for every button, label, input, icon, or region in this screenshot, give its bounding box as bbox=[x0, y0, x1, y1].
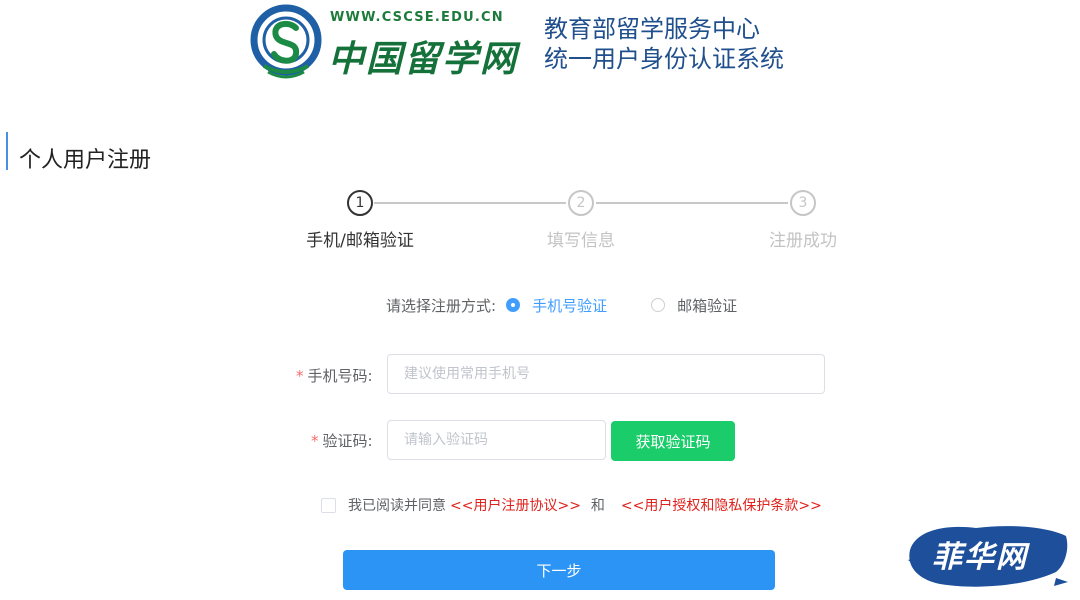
radio-phone[interactable] bbox=[506, 298, 521, 312]
section-accent-bar bbox=[6, 132, 8, 170]
system-title-line2: 统一用户身份认证系统 bbox=[544, 45, 784, 73]
cscse-emblem-icon bbox=[250, 4, 322, 79]
watermark-text: 菲华网 bbox=[932, 540, 1028, 575]
step-3-label: 注册成功 bbox=[769, 231, 837, 251]
step-1-label: 手机/邮箱验证 bbox=[306, 231, 414, 251]
logo-url-text: WWW.CSCSE.EDU.CN bbox=[330, 10, 504, 25]
required-mark: * bbox=[311, 432, 319, 450]
method-label: 请选择注册方式: bbox=[386, 296, 497, 315]
radio-email-label[interactable]: 邮箱验证 bbox=[677, 295, 737, 316]
code-label-text: 验证码: bbox=[322, 432, 373, 450]
page-title: 个人用户注册 bbox=[19, 148, 152, 173]
step-connector-2 bbox=[596, 202, 788, 204]
phone-input[interactable] bbox=[387, 354, 825, 394]
system-title: 教育部留学服务中心 统一用户身份认证系统 bbox=[544, 14, 784, 74]
step-connector-1 bbox=[374, 202, 566, 204]
agreement-prefix: 我已阅读并同意 bbox=[348, 498, 446, 514]
registration-method-group: 请选择注册方式: 手机号验证 邮箱验证 bbox=[386, 295, 737, 315]
privacy-policy-link[interactable]: <<用户授权和隐私保护条款>> bbox=[621, 495, 822, 515]
logo-cn-text: 中国留学网 bbox=[328, 38, 519, 80]
system-title-line1: 教育部留学服务中心 bbox=[544, 15, 760, 43]
agreement-conjunction: 和 bbox=[590, 498, 605, 514]
radio-email[interactable] bbox=[651, 298, 666, 312]
phone-label: * 手机号码: bbox=[296, 365, 373, 386]
step-1-circle: 1 bbox=[347, 190, 373, 216]
step-3-circle: 3 bbox=[790, 190, 816, 216]
next-step-button[interactable]: 下一步 bbox=[343, 550, 775, 590]
required-mark: * bbox=[296, 367, 304, 385]
get-code-button[interactable]: 获取验证码 bbox=[611, 421, 735, 461]
step-2-label: 填写信息 bbox=[547, 231, 615, 251]
agreement-checkbox[interactable] bbox=[321, 497, 336, 513]
code-input[interactable] bbox=[387, 420, 606, 460]
radio-phone-label[interactable]: 手机号验证 bbox=[532, 295, 607, 316]
step-2-circle: 2 bbox=[568, 190, 594, 216]
site-logo[interactable]: WWW.CSCSE.EDU.CN 中国留学网 bbox=[250, 4, 520, 80]
phone-label-text: 手机号码: bbox=[307, 367, 373, 385]
agreement-row: 我已阅读并同意 <<用户注册协议>> 和 <<用户授权和隐私保护条款>> bbox=[321, 495, 822, 515]
code-label: * 验证码: bbox=[311, 430, 373, 451]
user-agreement-link[interactable]: <<用户注册协议>> bbox=[450, 495, 581, 515]
